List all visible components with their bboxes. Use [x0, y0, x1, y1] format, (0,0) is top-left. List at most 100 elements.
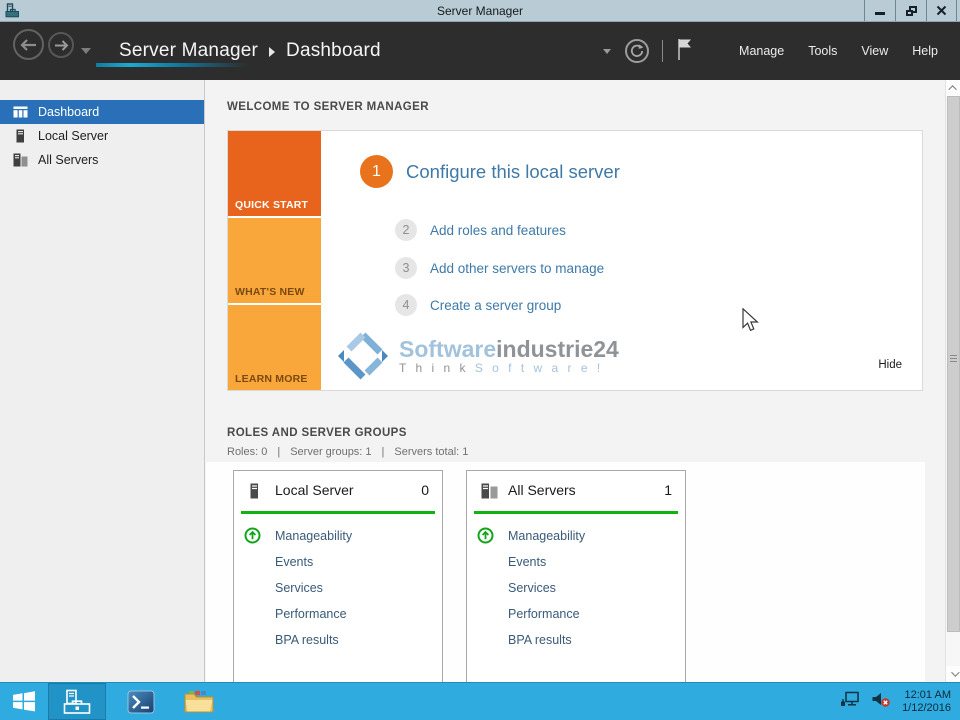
window-controls	[864, 0, 957, 21]
all-servers-card: All Servers 1 Manageability	[466, 470, 686, 682]
metric-events[interactable]: Events	[467, 549, 685, 575]
close-icon	[936, 5, 947, 16]
card-metric-list: Manageability Events Services Performanc…	[467, 523, 685, 653]
refresh-icon	[630, 44, 644, 58]
window-title: Server Manager	[0, 4, 960, 18]
card-header[interactable]: Local Server 0	[234, 471, 442, 511]
watermark: Softwareindustrie24 T h i n k S o f t w …	[336, 329, 619, 383]
status-bar-green	[474, 511, 678, 514]
menu-help[interactable]: Help	[912, 44, 938, 58]
scrollbar-thumb[interactable]	[947, 96, 960, 632]
metric-services[interactable]: Services	[234, 575, 442, 601]
up-arrow-status-icon	[244, 527, 261, 547]
dashboard-grid-icon	[13, 106, 28, 118]
block-label: QUICK START	[235, 199, 308, 211]
sidebar-item-dashboard[interactable]: Dashboard	[0, 100, 204, 124]
start-button[interactable]	[0, 683, 48, 720]
quick-start-block[interactable]: QUICK START	[228, 131, 321, 216]
dashboard-content: WELCOME TO SERVER MANAGER QUICK START WH…	[206, 80, 925, 682]
menu-tools[interactable]: Tools	[808, 44, 837, 58]
metric-label: Performance	[275, 607, 347, 621]
taskbar-server-manager-button[interactable]	[48, 683, 106, 720]
server-manager-toolbox-icon	[63, 689, 91, 715]
metric-performance[interactable]: Performance	[467, 601, 685, 627]
block-label: WHAT'S NEW	[235, 286, 305, 298]
softwareindustrie24-logo-icon	[336, 329, 390, 383]
step-add-servers[interactable]: 3 Add other servers to manage	[395, 257, 604, 279]
nav-right-cluster: Manage Tools View Help	[603, 22, 938, 80]
server-groups-count: Server groups: 1	[290, 446, 371, 458]
step-number-badge: 2	[395, 219, 417, 241]
taskbar: 12:01 AM 1/12/2016	[0, 682, 960, 720]
metric-manageability[interactable]: Manageability	[467, 523, 685, 549]
card-title[interactable]: All Servers	[508, 482, 576, 498]
back-button[interactable]	[13, 29, 44, 60]
taskbar-file-explorer-button[interactable]	[174, 683, 224, 720]
sidebar-item-label: All Servers	[38, 153, 98, 167]
system-tray: 12:01 AM 1/12/2016	[840, 683, 960, 720]
metric-performance[interactable]: Performance	[234, 601, 442, 627]
step-link[interactable]: Add roles and features	[430, 223, 566, 238]
watermark-tagline-software: S o f t w a r e !	[475, 361, 603, 375]
step-link[interactable]: Create a server group	[430, 298, 561, 313]
metric-label: Services	[508, 581, 556, 595]
network-status-icon[interactable]	[840, 691, 860, 713]
step-create-group[interactable]: 4 Create a server group	[395, 294, 561, 316]
metric-label: Manageability	[275, 529, 352, 543]
taskbar-clock[interactable]: 12:01 AM 1/12/2016	[902, 689, 951, 715]
step-link[interactable]: Configure this local server	[406, 161, 620, 183]
history-dropdown-icon[interactable]	[81, 48, 91, 54]
minimize-button[interactable]	[864, 0, 895, 21]
restore-button[interactable]	[895, 0, 926, 21]
close-button[interactable]	[926, 0, 957, 21]
breadcrumb-root[interactable]: Server Manager	[119, 40, 258, 62]
chevron-down-icon	[951, 668, 959, 676]
vertical-scrollbar[interactable]	[945, 80, 960, 682]
card-title[interactable]: Local Server	[275, 482, 354, 498]
metric-label: BPA results	[508, 633, 572, 647]
taskbar-powershell-button[interactable]	[118, 683, 164, 720]
whats-new-block[interactable]: WHAT'S NEW	[228, 218, 321, 303]
servers-total-count: Servers total: 1	[394, 446, 468, 458]
card-header[interactable]: All Servers 1	[467, 471, 685, 511]
refresh-button[interactable]	[625, 39, 649, 63]
metric-label: Performance	[508, 607, 580, 621]
menu-manage[interactable]: Manage	[739, 44, 784, 58]
metric-manageability[interactable]: Manageability	[234, 523, 442, 549]
metric-label: Manageability	[508, 529, 585, 543]
menu-view[interactable]: View	[861, 44, 888, 58]
restore-icon	[906, 6, 917, 16]
scroll-down-button[interactable]	[946, 666, 960, 682]
scroll-up-button[interactable]	[946, 80, 960, 96]
forward-arrow-icon	[54, 40, 69, 51]
step-add-roles[interactable]: 2 Add roles and features	[395, 219, 566, 241]
local-server-icon	[13, 129, 28, 143]
sidebar-item-local-server[interactable]: Local Server	[0, 124, 204, 148]
summary-separator: |	[382, 446, 385, 458]
step-configure-local-server[interactable]: 1 Configure this local server	[360, 155, 620, 188]
metric-bpa-results[interactable]: BPA results	[234, 627, 442, 653]
roles-summary: Roles: 0 | Server groups: 1 | Servers to…	[227, 446, 468, 458]
learn-more-block[interactable]: LEARN MORE	[228, 305, 321, 390]
scope-dropdown-icon[interactable]	[603, 49, 611, 54]
breadcrumb: Server Manager Dashboard	[119, 22, 381, 80]
watermark-text: Softwareindustrie24 T h i n k S o f t w …	[399, 337, 619, 376]
hide-link[interactable]: Hide	[878, 359, 902, 371]
step-link[interactable]: Add other servers to manage	[430, 261, 604, 276]
metric-services[interactable]: Services	[467, 575, 685, 601]
breadcrumb-current[interactable]: Dashboard	[286, 40, 381, 62]
local-server-card: Local Server 0 Manageability	[233, 470, 443, 682]
metric-bpa-results[interactable]: BPA results	[467, 627, 685, 653]
volume-muted-icon[interactable]	[871, 691, 891, 713]
sidebar-item-all-servers[interactable]: All Servers	[0, 148, 204, 172]
clock-date: 1/12/2016	[902, 702, 951, 715]
notifications-flag-button[interactable]	[676, 37, 693, 66]
status-bar-green	[241, 511, 435, 514]
welcome-blocks: QUICK START WHAT'S NEW LEARN MORE	[228, 131, 321, 390]
forward-button[interactable]	[48, 32, 74, 58]
summary-separator: |	[277, 446, 280, 458]
metric-events[interactable]: Events	[234, 549, 442, 575]
card-count-badge: 0	[421, 482, 429, 498]
block-label: LEARN MORE	[235, 373, 308, 385]
metric-label: Services	[275, 581, 323, 595]
